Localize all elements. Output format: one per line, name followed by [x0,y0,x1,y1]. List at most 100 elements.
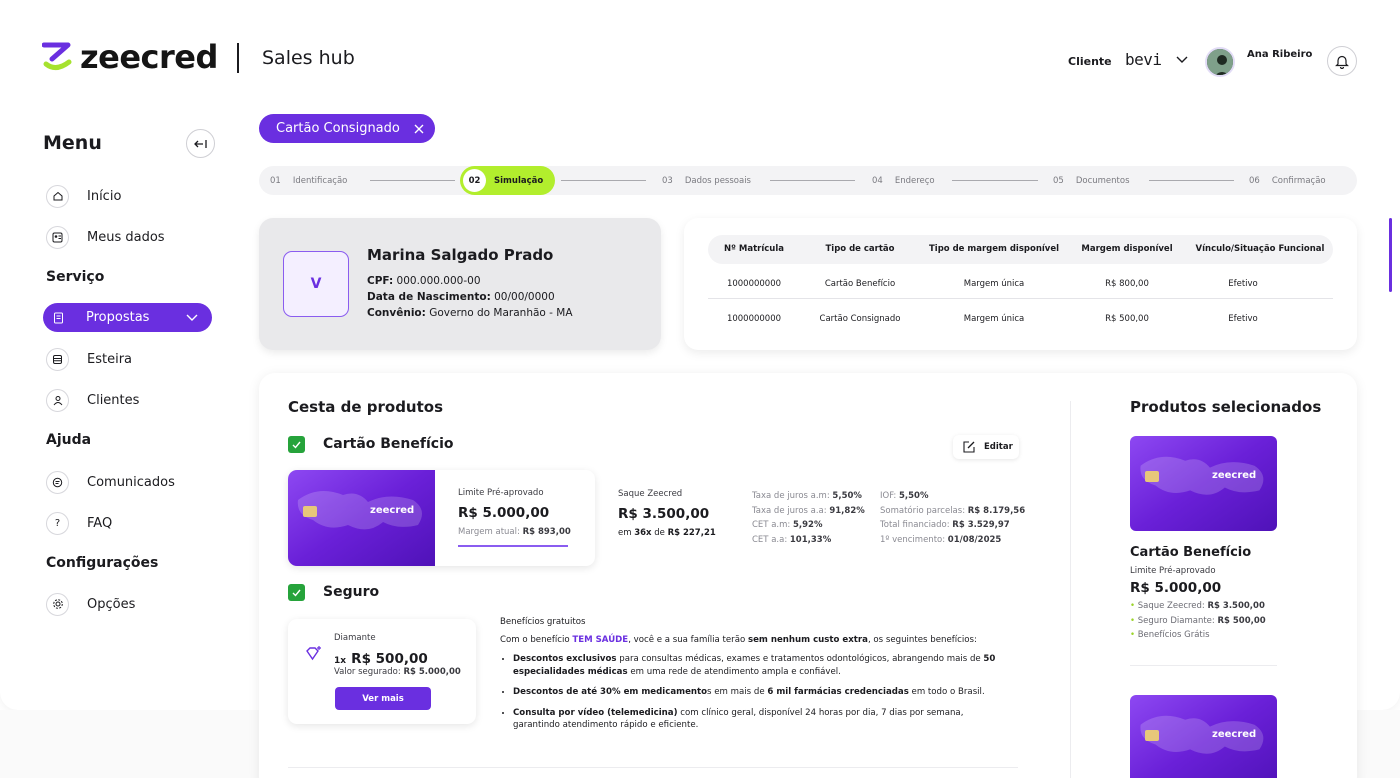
rate-item: Taxa de juros a.a: 91,82% [752,504,865,519]
benefit-bold: 6 mil farmácias credenciadas [767,687,909,697]
scrollbar[interactable] [1389,218,1392,292]
step-endereco[interactable]: 04 Endereço [872,166,935,195]
layers-icon [46,347,69,371]
header: zeecred Sales hub Cliente bevi Ana Ribei… [0,0,1400,110]
client-value: bevi [1125,50,1162,69]
question-icon: ? [46,511,69,535]
sidebar-item-clientes[interactable]: Clientes [46,386,215,414]
step-number: 02 [463,169,486,192]
step-label: Confirmação [1271,175,1326,186]
detail-value: R$ 500,00 [1217,615,1266,626]
zeecred-logo-icon [42,42,72,70]
birth-value: 00/00/0000 [494,291,555,303]
total-item: Somatório parcelas: R$ 8.179,56 [880,504,1025,519]
client-select[interactable]: bevi [1125,50,1188,69]
step-label: Identificação [292,175,348,186]
birth-label: Data de Nascimento: [367,291,491,303]
selected-divider [1130,665,1277,666]
detail-label: Seguro Diamante: [1137,615,1215,626]
sidebar-item-label: Clientes [87,392,140,408]
installments-mid: de [654,528,665,538]
id-card-icon [46,225,69,249]
sidebar-item-opcoes[interactable]: Opções [46,590,215,618]
plan-qty: 1x [334,656,347,666]
selected-card-image[interactable]: zeecred [1130,695,1277,778]
benefit-text: para consultas médicas, exames e tratame… [616,654,984,664]
table-cell: R$ 800,00 [1105,279,1149,289]
step-label: Documentos [1075,175,1130,186]
benefits-title: Benefícios gratuitos [500,617,586,627]
withdraw-label: Saque Zeecred [618,489,683,499]
intro-brand: TEM SAÚDE [572,634,629,645]
product-filter-chip[interactable]: Cartão Consignado [259,114,435,143]
sidebar-item-meus-dados[interactable]: Meus dados [46,223,215,251]
close-icon[interactable] [414,124,424,134]
total-item: 1º vencimento: 01/08/2025 [880,533,1025,548]
collapse-sidebar-button[interactable] [186,129,215,158]
customer-birth: Data de Nascimento: 00/00/0000 [367,291,555,303]
installments-prefix: em [618,528,632,538]
selected-detail-item: • Seguro Diamante: R$ 500,00 [1130,615,1266,626]
selected-card-image[interactable]: zeecred [1130,436,1277,531]
table-cell: Efetivo [1228,279,1258,289]
benefits-list: Benefícios gratuitos Com o benefício TEM… [500,616,1000,740]
document-icon [47,306,70,329]
client-label: Cliente [1068,55,1112,68]
chevron-down-icon [186,314,198,321]
customer-cpf: CPF: 000.000.000-00 [367,275,481,287]
cpf-value: 000.000.000-00 [396,275,481,287]
step-simulacao[interactable]: 02 Simulação [460,166,556,195]
sidebar-item-label: Início [87,188,122,204]
benefit-item: Descontos exclusivos para consultas médi… [513,653,1000,678]
edit-button[interactable]: Editar [953,435,1019,459]
total-value: R$ 3.529,97 [952,520,1010,530]
table-cell: 1000000000 [726,279,782,289]
sidebar-item-esteira[interactable]: Esteira [46,345,215,373]
step-number: 03 [662,175,673,186]
step-identificacao[interactable]: 01 Identificação [270,166,347,195]
plan-name: Diamante [334,633,376,643]
sidebar-item-inicio[interactable]: Início [46,182,215,210]
panel-divider [1070,401,1071,778]
product-checkbox-cartao-beneficio[interactable] [288,436,305,453]
avatar[interactable] [1205,47,1235,77]
customer-name: Marina Salgado Prado [367,246,554,264]
total-label: IOF: [880,491,897,501]
sidebar-item-comunicados[interactable]: Comunicados [46,468,215,496]
table-cell: R$ 500,00 [1105,314,1149,324]
row-divider [708,298,1333,299]
logo[interactable]: zeecred [42,41,218,73]
limit-value: R$ 5.000,00 [458,505,550,521]
step-documentos[interactable]: 05 Documentos [1053,166,1130,195]
users-icon [46,388,69,412]
arrow-left-bar-icon [193,139,207,148]
sidebar-item-label: FAQ [87,515,113,531]
customer-agreement: Convênio: Governo do Maranhão - MA [367,307,573,319]
check-icon [292,441,301,449]
check-icon [292,589,301,597]
world-map-icon [297,491,422,530]
card-chip-icon [303,506,317,517]
step-connector [1149,180,1234,181]
sidebar-item-faq[interactable]: ? FAQ [46,509,215,537]
card-chip-icon [1145,471,1159,482]
chevron-down-icon [1176,56,1188,63]
step-dados-pessoais[interactable]: 03 Dados pessoais [662,166,751,195]
edit-label: Editar [984,442,1013,452]
card-brand: zeecred [1212,470,1257,481]
notifications-button[interactable] [1327,46,1357,76]
see-more-button[interactable]: Ver mais [335,687,431,710]
chat-icon [46,470,69,494]
basket-title: Cesta de produtos [288,398,444,416]
user-name: Ana Ribeiro [1247,49,1313,60]
sidebar-item-propostas[interactable]: Propostas [43,303,212,332]
step-confirmacao[interactable]: 06 Confirmação [1249,166,1326,195]
benefit-text: em todo o Brasil. [908,687,985,697]
benefit-bold: Descontos exclusivos [513,654,617,664]
intro-bold: sem nenhum custo extra [747,634,868,645]
product-checkbox-seguro[interactable] [288,584,305,601]
benefit-text: em uma rede de atendimento ampla e confi… [627,666,841,677]
step-connector [370,180,455,181]
detail-label: Saque Zeecred: [1137,601,1205,611]
step-number: 06 [1249,175,1260,186]
